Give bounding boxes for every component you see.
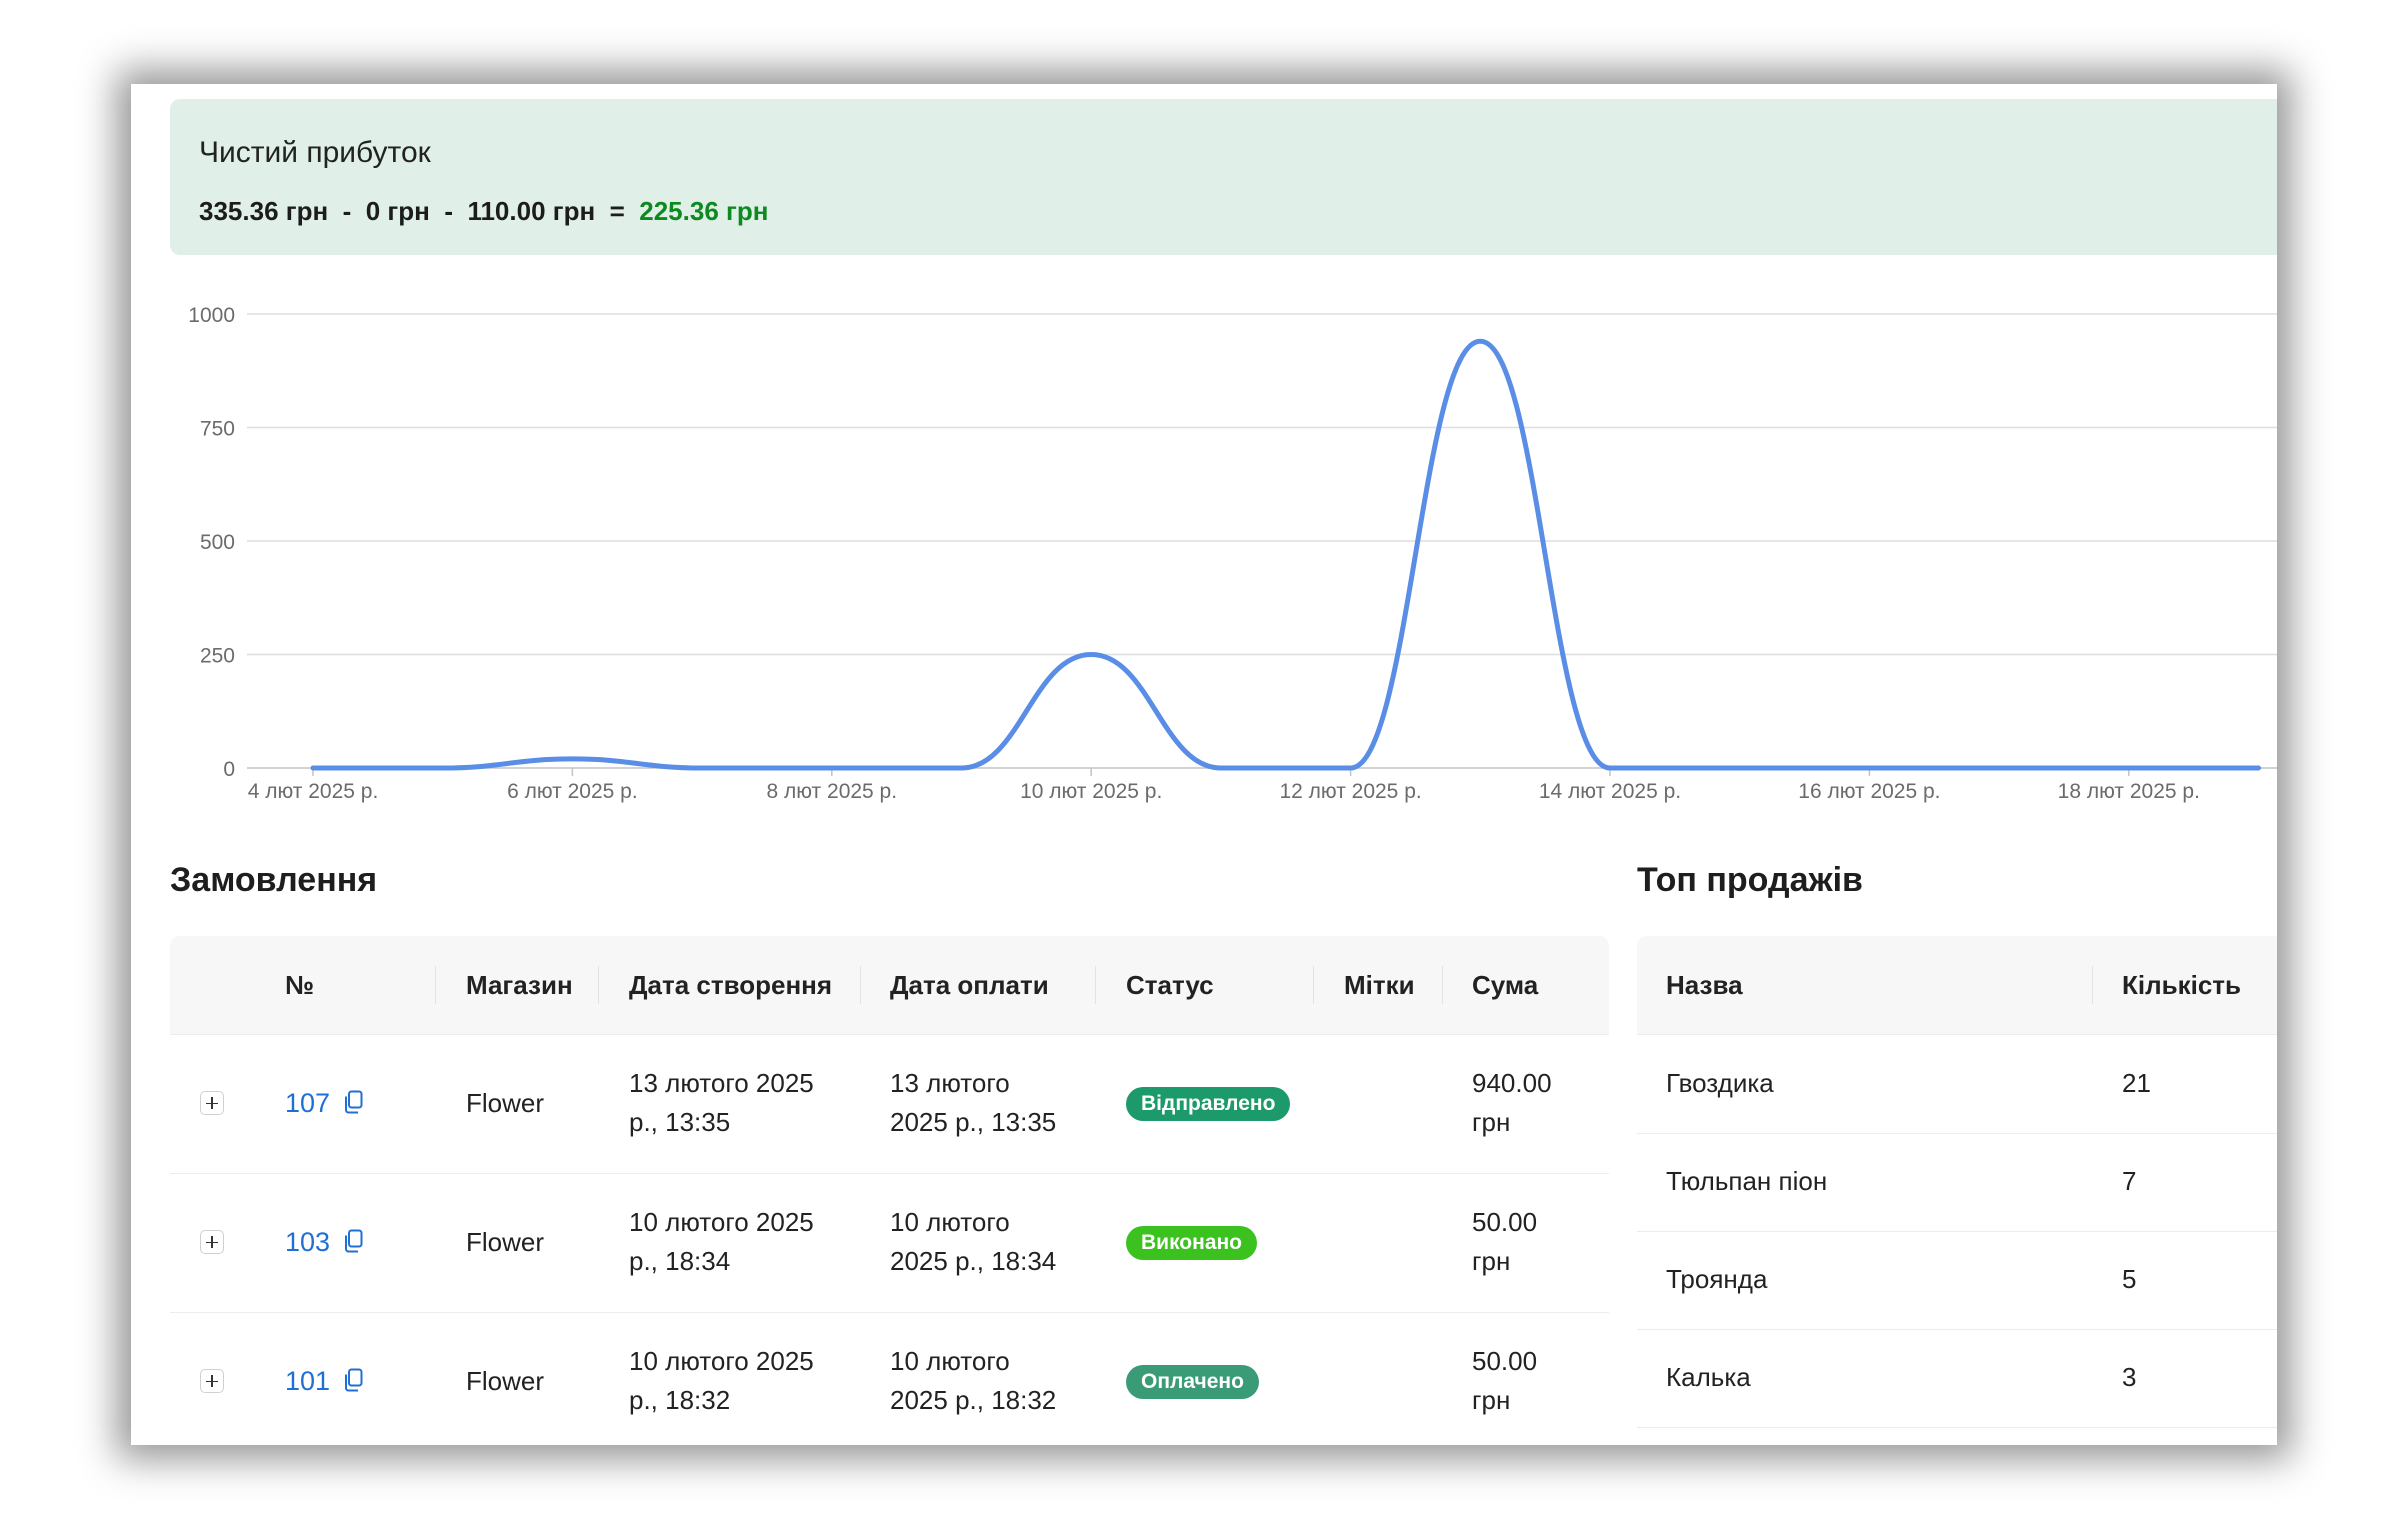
product-name: Гвоздика bbox=[1666, 1068, 1774, 1098]
order-paid-date: 10 лютого 2025 р., 18:32 bbox=[890, 1346, 1057, 1415]
order-store: Flower bbox=[466, 1227, 545, 1257]
order-sum: 50.00 грн bbox=[1472, 1207, 1538, 1276]
y-tick-label: 0 bbox=[223, 758, 235, 781]
column-store[interactable]: Магазин bbox=[466, 936, 573, 1034]
table-row[interactable]: 107 Flower 13 лютого 2025 р., 13:35 13 лю… bbox=[170, 1035, 1609, 1174]
order-created-date: 10 лютого 2025 р., 18:32 bbox=[629, 1346, 814, 1415]
x-tick-label: 14 лют 2025 р. bbox=[1539, 780, 1681, 803]
y-tick-label: 750 bbox=[200, 418, 235, 441]
order-number-link[interactable]: 101 bbox=[285, 1362, 330, 1401]
expand-row-button[interactable] bbox=[200, 1091, 224, 1115]
x-tick-label: 10 лют 2025 р. bbox=[1020, 780, 1162, 803]
column-quantity[interactable]: Кількість bbox=[2122, 936, 2241, 1034]
column-divider bbox=[1442, 966, 1443, 1004]
column-divider bbox=[435, 966, 436, 1004]
copy-icon[interactable] bbox=[342, 1090, 364, 1116]
order-created-date: 13 лютого 2025 р., 13:35 bbox=[629, 1068, 814, 1137]
top-sales-title: Топ продажів bbox=[1637, 861, 1863, 899]
column-divider bbox=[860, 966, 861, 1004]
product-quantity: 5 bbox=[2122, 1264, 2137, 1294]
order-paid-date: 10 лютого 2025 р., 18:34 bbox=[890, 1207, 1057, 1276]
column-paid-date[interactable]: Дата оплати bbox=[890, 936, 1049, 1034]
copy-icon[interactable] bbox=[342, 1368, 364, 1394]
top-sales-table-header: Назва Кількість bbox=[1637, 936, 2277, 1035]
list-item: Троянда 5 bbox=[1637, 1231, 2277, 1330]
x-tick-label: 18 лют 2025 р. bbox=[2058, 780, 2200, 803]
list-item: Тюльпан піон 7 bbox=[1637, 1133, 2277, 1232]
column-divider bbox=[1095, 966, 1096, 1004]
table-row[interactable]: 103 Flower 10 лютого 2025 р., 18:34 10 лю… bbox=[170, 1174, 1609, 1313]
x-tick-label: 12 лют 2025 р. bbox=[1279, 780, 1421, 803]
x-tick-label: 4 лют 2025 р. bbox=[248, 780, 379, 803]
product-name: Калька bbox=[1666, 1362, 1751, 1392]
product-quantity: 3 bbox=[2122, 1362, 2137, 1392]
table-row[interactable]: 101 Flower 10 лютого 2025 р., 18:32 10 лю… bbox=[170, 1313, 1609, 1445]
y-tick-label: 1000 bbox=[188, 304, 235, 327]
product-name: Тюльпан піон bbox=[1666, 1166, 1828, 1196]
sales-line-chart: 0 250 500 750 1000 4 лют 2025 р. 6 лют 2025 р.… bbox=[188, 304, 2277, 803]
order-number-link[interactable]: 107 bbox=[285, 1084, 330, 1123]
status-badge: Відправлено bbox=[1126, 1087, 1291, 1121]
y-tick-label: 500 bbox=[200, 531, 235, 554]
x-tick-label: 6 лют 2025 р. bbox=[507, 780, 638, 803]
x-tick-label: 8 лют 2025 р. bbox=[767, 780, 898, 803]
status-badge: Виконано bbox=[1126, 1226, 1258, 1260]
order-store: Flower bbox=[466, 1366, 545, 1396]
column-number[interactable]: № bbox=[285, 936, 314, 1034]
series-line bbox=[310, 338, 2261, 771]
status-badge: Оплачено bbox=[1126, 1365, 1259, 1399]
order-number-link[interactable]: 103 bbox=[285, 1223, 330, 1262]
orders-title: Замовлення bbox=[170, 861, 378, 899]
y-tick-label: 250 bbox=[200, 645, 235, 668]
column-divider bbox=[598, 966, 599, 1004]
order-created-date: 10 лютого 2025 р., 18:34 bbox=[629, 1207, 814, 1276]
expand-row-button[interactable] bbox=[200, 1230, 224, 1254]
column-created-date[interactable]: Дата створення bbox=[629, 936, 832, 1034]
order-paid-date: 13 лютого 2025 р., 13:35 bbox=[890, 1068, 1057, 1137]
column-divider bbox=[2092, 966, 2093, 1004]
product-quantity: 21 bbox=[2122, 1068, 2151, 1098]
copy-icon[interactable] bbox=[342, 1229, 364, 1255]
app-window: Чистий прибуток 335.36 грн - 0 грн - 110… bbox=[131, 84, 2277, 1445]
product-name: Троянда bbox=[1666, 1264, 1768, 1294]
list-item: Калька 3 bbox=[1637, 1329, 2277, 1428]
order-sum: 50.00 грн bbox=[1472, 1346, 1538, 1415]
x-tick-label: 16 лют 2025 р. bbox=[1798, 780, 1940, 803]
column-name[interactable]: Назва bbox=[1666, 936, 1743, 1034]
order-store: Flower bbox=[466, 1088, 545, 1118]
order-sum: 940.00 грн bbox=[1472, 1068, 1552, 1137]
orders-table-header: № Магазин Дата створення Дата оплати Ста… bbox=[170, 936, 1609, 1035]
expand-row-button[interactable] bbox=[200, 1369, 224, 1393]
column-status[interactable]: Статус bbox=[1126, 936, 1214, 1034]
list-item: Гвоздика 21 bbox=[1637, 1035, 2277, 1134]
column-tags[interactable]: Мітки bbox=[1344, 936, 1415, 1034]
column-divider bbox=[1313, 966, 1314, 1004]
column-sum[interactable]: Сума bbox=[1472, 936, 1538, 1034]
product-quantity: 7 bbox=[2122, 1166, 2137, 1196]
